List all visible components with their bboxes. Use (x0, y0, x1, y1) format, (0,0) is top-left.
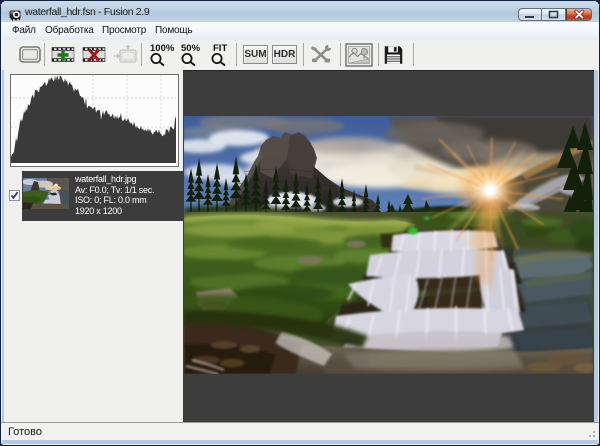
svg-text:FIT: FIT (213, 43, 227, 54)
svg-text:100%: 100% (150, 43, 175, 54)
svg-text:50%: 50% (181, 43, 201, 54)
